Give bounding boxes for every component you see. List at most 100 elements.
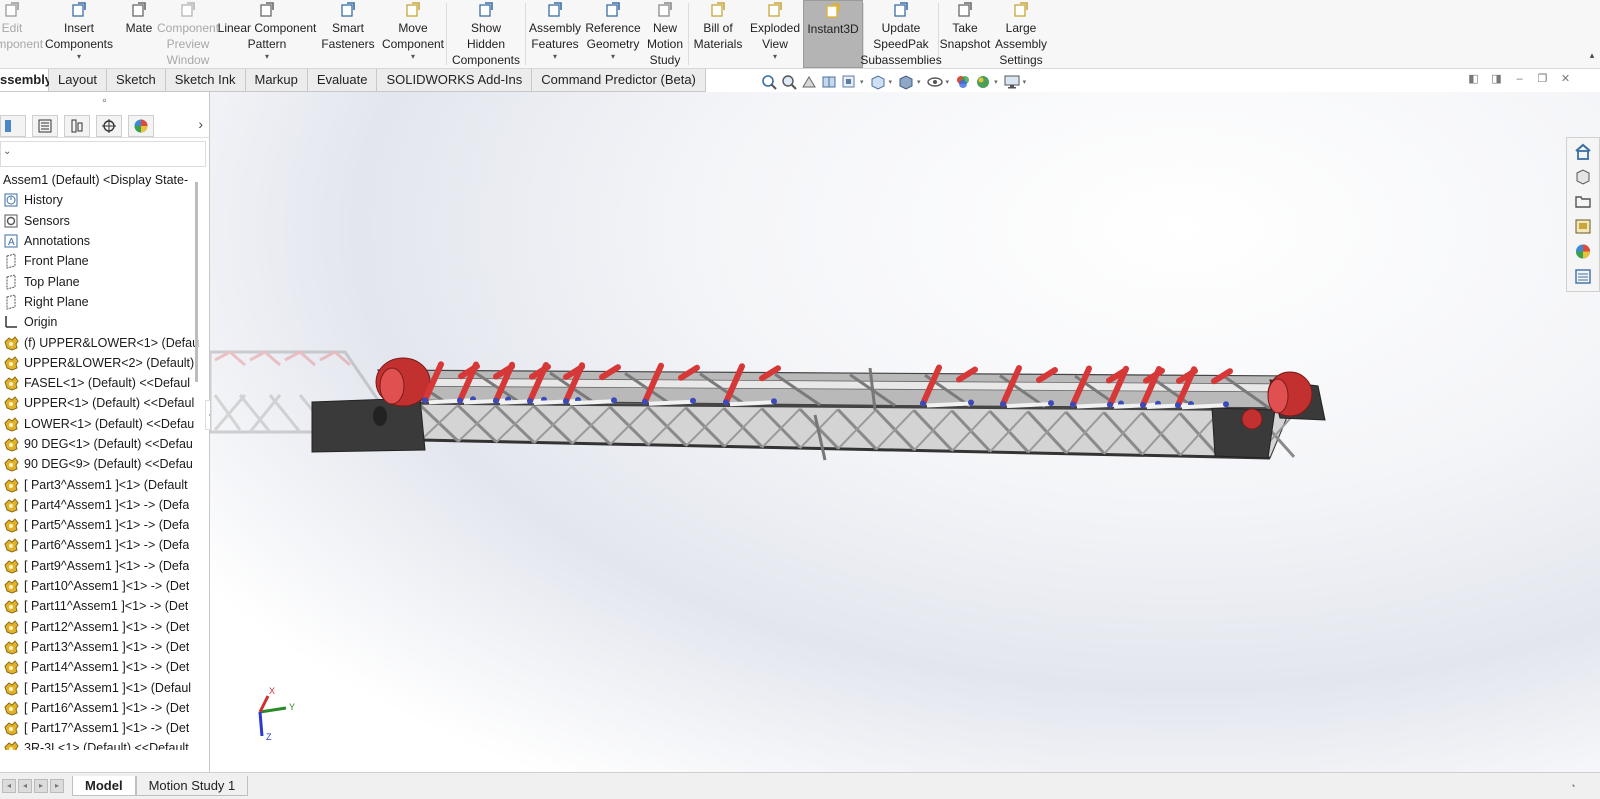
- tree-scrollbar[interactable]: [195, 182, 198, 382]
- next-tab-arrow-icon[interactable]: ▸: [34, 779, 48, 793]
- last-tab-arrow-icon[interactable]: ▸: [50, 779, 64, 793]
- insert-components-button[interactable]: Insert Components ▾: [38, 0, 120, 68]
- tree-item[interactable]: UPPER&LOWER<2> (Default): [0, 353, 200, 373]
- edit-appearance-icon[interactable]: [954, 73, 972, 91]
- section-view-icon[interactable]: [820, 73, 838, 91]
- dropdown-caret-icon[interactable]: ▾: [611, 52, 615, 62]
- hud-caret[interactable]: ▾: [1023, 78, 1027, 86]
- tab-6[interactable]: SOLIDWORKS Add-Ins: [377, 69, 533, 92]
- exploded-view-button[interactable]: Exploded View ▾: [747, 0, 803, 68]
- design-library-icon[interactable]: [1573, 167, 1593, 186]
- reference-geometry-button[interactable]: Reference Geometry ▾: [584, 0, 642, 68]
- instant3d-button[interactable]: Instant3D: [803, 0, 863, 68]
- tree-item[interactable]: Origin: [0, 312, 200, 332]
- tree-item[interactable]: [ Part3^Assem1 ]<1> (Default: [0, 474, 200, 494]
- bottom-tab-0[interactable]: Model: [72, 776, 136, 796]
- tab-1[interactable]: Layout: [49, 69, 108, 92]
- tree-item[interactable]: 3R-3L<1> (Default) <<Default: [0, 738, 200, 750]
- dropdown-caret-icon[interactable]: ▾: [265, 52, 269, 62]
- file-explorer-icon[interactable]: [1573, 192, 1593, 211]
- tree-item[interactable]: Right Plane: [0, 292, 200, 312]
- minimize-icon[interactable]: –: [1513, 73, 1526, 86]
- appearances-icon[interactable]: [1573, 242, 1593, 261]
- tree-item[interactable]: [ Part17^Assem1 ]<1> -> (Det: [0, 718, 200, 738]
- tab-3[interactable]: Sketch Ink: [165, 69, 246, 92]
- move-component-button[interactable]: Move Component ▾: [380, 0, 446, 68]
- dynamic-annotation-icon[interactable]: [840, 73, 858, 91]
- tree-item[interactable]: [ Part15^Assem1 ]<1> (Defaul: [0, 677, 200, 697]
- tree-item[interactable]: (f) UPPER&LOWER<1> (Defau: [0, 332, 200, 352]
- tree-item[interactable]: [ Part10^Assem1 ]<1> -> (Det: [0, 576, 200, 596]
- configuration-manager-tab[interactable]: [64, 114, 90, 137]
- tree-item[interactable]: History: [0, 190, 200, 210]
- hide-show-items-icon[interactable]: [926, 73, 944, 91]
- apply-scene-icon[interactable]: [974, 73, 992, 91]
- tree-item[interactable]: [ Part12^Assem1 ]<1> -> (Det: [0, 617, 200, 637]
- tree-item[interactable]: FASEL<1> (Default) <<Defaul: [0, 373, 200, 393]
- show-hidden-button[interactable]: Show Hidden Components: [447, 0, 525, 68]
- bottom-tab-1[interactable]: Motion Study 1: [135, 776, 249, 796]
- assembly-features-button[interactable]: Assembly Features ▾: [526, 0, 584, 68]
- tree-item[interactable]: [ Part11^Assem1 ]<1> -> (Det: [0, 596, 200, 616]
- smart-fasteners-button[interactable]: Smart Fasteners: [316, 0, 380, 68]
- mate-button[interactable]: Mate: [120, 0, 158, 68]
- hud-caret[interactable]: ▾: [860, 78, 864, 86]
- view-settings-icon[interactable]: [1003, 73, 1021, 91]
- dropdown-caret-icon[interactable]: ▾: [773, 52, 777, 62]
- tile-left-icon[interactable]: ◧: [1467, 73, 1480, 86]
- property-manager-tab[interactable]: [32, 114, 58, 137]
- prev-tab-arrow-icon[interactable]: ◂: [18, 779, 32, 793]
- view-palette-icon[interactable]: [1573, 217, 1593, 236]
- tile-right-icon[interactable]: ◨: [1490, 73, 1503, 86]
- tree-item[interactable]: 90 DEG<9> (Default) <<Defau: [0, 454, 200, 474]
- tree-item[interactable]: Sensors: [0, 211, 200, 231]
- custom-properties-icon[interactable]: [1573, 267, 1593, 286]
- tree-item[interactable]: [ Part9^Assem1 ]<1> -> (Defa: [0, 556, 200, 576]
- panel-more-arrow-icon[interactable]: ›: [198, 116, 203, 132]
- view-orientation-icon[interactable]: [869, 73, 887, 91]
- hud-caret[interactable]: ▾: [889, 78, 893, 86]
- dropdown-caret-icon[interactable]: ▾: [77, 52, 81, 62]
- tree-item[interactable]: [ Part13^Assem1 ]<1> -> (Det: [0, 637, 200, 657]
- panel-grip[interactable]: ⚬: [0, 92, 209, 114]
- restore-icon[interactable]: ❐: [1536, 73, 1549, 86]
- linear-pattern-button[interactable]: Linear Component Pattern ▾: [218, 0, 316, 68]
- previous-view-icon[interactable]: [800, 73, 818, 91]
- tree-item[interactable]: [ Part6^Assem1 ]<1> -> (Defa: [0, 535, 200, 555]
- tab-0[interactable]: ssembly: [0, 69, 52, 92]
- tree-item[interactable]: LOWER<1> (Default) <<Defau: [0, 414, 200, 434]
- tree-item[interactable]: Top Plane: [0, 271, 200, 291]
- tree-item[interactable]: Front Plane: [0, 251, 200, 271]
- large-assembly-button[interactable]: Large Assembly Settings: [991, 0, 1051, 68]
- tree-item[interactable]: UPPER<1> (Default) <<Defaul: [0, 393, 200, 413]
- feature-manager-tab[interactable]: [0, 114, 26, 137]
- dropdown-caret-icon[interactable]: ▾: [553, 52, 557, 62]
- snapshot-button[interactable]: Take Snapshot: [939, 0, 991, 68]
- dimxpert-tab[interactable]: [96, 114, 122, 137]
- tree-item[interactable]: A Annotations: [0, 231, 200, 251]
- tab-2[interactable]: Sketch: [107, 69, 166, 92]
- tree-item[interactable]: [ Part14^Assem1 ]<1> -> (Det: [0, 657, 200, 677]
- tree-filter-field[interactable]: ⌄: [0, 141, 206, 167]
- home-icon[interactable]: [1573, 142, 1593, 161]
- display-manager-tab[interactable]: [128, 114, 154, 137]
- conveyor-truss-model[interactable]: [210, 92, 1600, 772]
- motion-study-button[interactable]: New Motion Study: [642, 0, 688, 68]
- tab-4[interactable]: Markup: [245, 69, 308, 92]
- graphics-viewport[interactable]: X Y Z: [210, 92, 1600, 772]
- speedpak-button[interactable]: Update SpeedPak Subassemblies: [860, 0, 942, 68]
- tree-item[interactable]: [ Part16^Assem1 ]<1> -> (Det: [0, 698, 200, 718]
- zoom-to-fit-icon[interactable]: [760, 73, 778, 91]
- bill-of-materials-button[interactable]: Bill of Materials: [689, 0, 747, 68]
- edit-component-button[interactable]: Edit Component: [0, 0, 43, 68]
- tab-5[interactable]: Evaluate: [307, 69, 378, 92]
- display-style-icon[interactable]: [897, 73, 915, 91]
- tab-7[interactable]: Command Predictor (Beta): [532, 69, 706, 92]
- tree-root-assembly[interactable]: Assem1 (Default) <Display State-: [0, 170, 200, 190]
- ribbon-scroll-icon[interactable]: ▴: [1586, 50, 1598, 64]
- hud-caret[interactable]: ▾: [994, 78, 998, 86]
- tree-item[interactable]: [ Part5^Assem1 ]<1> -> (Defa: [0, 515, 200, 535]
- close-icon[interactable]: ✕: [1559, 73, 1572, 86]
- hud-caret[interactable]: ▾: [917, 78, 921, 86]
- status-indicator-icon[interactable]: ◔: [1570, 781, 1590, 791]
